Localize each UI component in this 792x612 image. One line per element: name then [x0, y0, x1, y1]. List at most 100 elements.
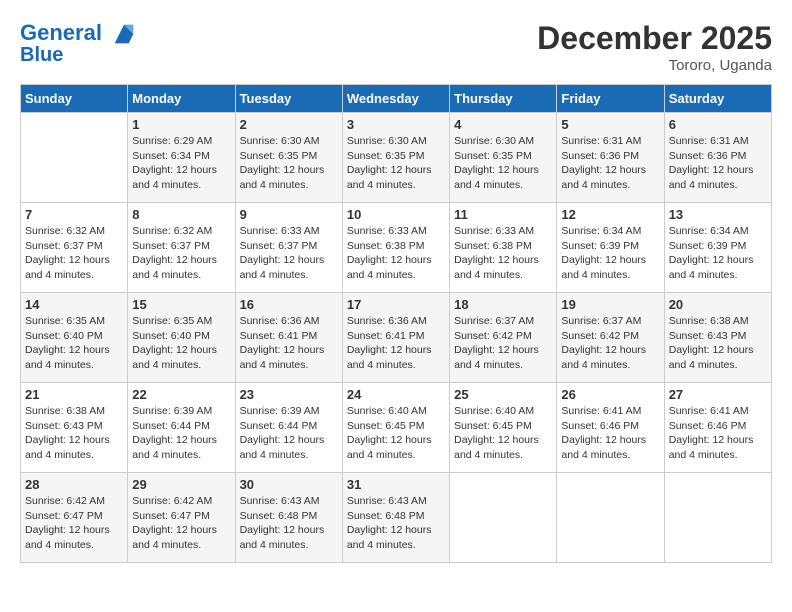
calendar-cell: [21, 113, 128, 203]
calendar-cell: 8 Sunrise: 6:32 AMSunset: 6:37 PMDaylight…: [128, 203, 235, 293]
calendar-week-row: 1 Sunrise: 6:29 AMSunset: 6:34 PMDaylight…: [21, 113, 772, 203]
day-number: 13: [669, 207, 767, 222]
calendar-cell: 11 Sunrise: 6:33 AMSunset: 6:38 PMDayligh…: [450, 203, 557, 293]
day-number: 3: [347, 117, 445, 132]
logo-general: General: [20, 20, 102, 45]
day-info: Sunrise: 6:33 AMSunset: 6:38 PMDaylight:…: [454, 224, 552, 283]
day-info: Sunrise: 6:30 AMSunset: 6:35 PMDaylight:…: [454, 134, 552, 193]
calendar-cell: 22Sunrise: 6:39 AMSunset: 6:44 PMDayligh…: [128, 383, 235, 473]
header-day: Wednesday: [342, 85, 449, 113]
day-number: 28: [25, 477, 123, 492]
day-info: Sunrise: 6:37 AMSunset: 6:42 PMDaylight:…: [454, 314, 552, 373]
calendar-cell: 30Sunrise: 6:43 AMSunset: 6:48 PMDayligh…: [235, 473, 342, 563]
day-number: 25: [454, 387, 552, 402]
day-number: 19: [561, 297, 659, 312]
calendar-cell: [450, 473, 557, 563]
day-info: Sunrise: 6:30 AMSunset: 6:35 PMDaylight:…: [347, 134, 445, 193]
calendar-cell: 1 Sunrise: 6:29 AMSunset: 6:34 PMDaylight…: [128, 113, 235, 203]
calendar-cell: 24 Sunrise: 6:40 AMSunset: 6:45 PMDayligh…: [342, 383, 449, 473]
day-info: Sunrise: 6:43 AMSunset: 6:48 PMDaylight:…: [347, 494, 445, 553]
calendar-header: SundayMondayTuesdayWednesdayThursdayFrid…: [21, 85, 772, 113]
day-info: Sunrise: 6:38 AMSunset: 6:43 PMDaylight:…: [669, 314, 767, 373]
calendar-cell: 6 Sunrise: 6:31 AMSunset: 6:36 PMDaylight…: [664, 113, 771, 203]
logo-icon: [110, 20, 138, 48]
calendar-cell: 2Sunrise: 6:30 AMSunset: 6:35 PMDaylight…: [235, 113, 342, 203]
day-number: 10: [347, 207, 445, 222]
header-day: Thursday: [450, 85, 557, 113]
calendar-cell: 13Sunrise: 6:34 AMSunset: 6:39 PMDayligh…: [664, 203, 771, 293]
header-day: Monday: [128, 85, 235, 113]
calendar-cell: 19 Sunrise: 6:37 AMSunset: 6:42 PMDayligh…: [557, 293, 664, 383]
header-row: SundayMondayTuesdayWednesdayThursdayFrid…: [21, 85, 772, 113]
calendar-cell: 5 Sunrise: 6:31 AMSunset: 6:36 PMDaylight…: [557, 113, 664, 203]
day-number: 14: [25, 297, 123, 312]
day-number: 30: [240, 477, 338, 492]
calendar-week-row: 21Sunrise: 6:38 AMSunset: 6:43 PMDayligh…: [21, 383, 772, 473]
day-info: Sunrise: 6:34 AMSunset: 6:39 PMDaylight:…: [561, 224, 659, 283]
day-info: Sunrise: 6:36 AMSunset: 6:41 PMDaylight:…: [347, 314, 445, 373]
day-info: Sunrise: 6:32 AMSunset: 6:37 PMDaylight:…: [25, 224, 123, 283]
day-number: 9: [240, 207, 338, 222]
header-day: Sunday: [21, 85, 128, 113]
day-info: Sunrise: 6:29 AMSunset: 6:34 PMDaylight:…: [132, 134, 230, 193]
day-info: Sunrise: 6:31 AMSunset: 6:36 PMDaylight:…: [561, 134, 659, 193]
day-number: 11: [454, 207, 552, 222]
header-day: Friday: [557, 85, 664, 113]
day-info: Sunrise: 6:36 AMSunset: 6:41 PMDaylight:…: [240, 314, 338, 373]
day-number: 31: [347, 477, 445, 492]
calendar-body: 1 Sunrise: 6:29 AMSunset: 6:34 PMDaylight…: [21, 113, 772, 563]
calendar-cell: 12 Sunrise: 6:34 AMSunset: 6:39 PMDayligh…: [557, 203, 664, 293]
logo: General Blue: [20, 20, 138, 66]
calendar-cell: 29 Sunrise: 6:42 AMSunset: 6:47 PMDayligh…: [128, 473, 235, 563]
calendar-table: SundayMondayTuesdayWednesdayThursdayFrid…: [20, 84, 772, 563]
day-number: 27: [669, 387, 767, 402]
day-info: Sunrise: 6:37 AMSunset: 6:42 PMDaylight:…: [561, 314, 659, 373]
day-info: Sunrise: 6:32 AMSunset: 6:37 PMDaylight:…: [132, 224, 230, 283]
month-title: December 2025: [537, 20, 772, 57]
calendar-cell: 25Sunrise: 6:40 AMSunset: 6:45 PMDayligh…: [450, 383, 557, 473]
day-info: Sunrise: 6:40 AMSunset: 6:45 PMDaylight:…: [347, 404, 445, 463]
day-info: Sunrise: 6:33 AMSunset: 6:37 PMDaylight:…: [240, 224, 338, 283]
day-number: 15: [132, 297, 230, 312]
page-header: General Blue December 2025 Tororo, Ugand…: [20, 20, 772, 74]
day-number: 26: [561, 387, 659, 402]
calendar-cell: [557, 473, 664, 563]
day-info: Sunrise: 6:42 AMSunset: 6:47 PMDaylight:…: [132, 494, 230, 553]
day-number: 23: [240, 387, 338, 402]
day-number: 8: [132, 207, 230, 222]
title-block: December 2025 Tororo, Uganda: [537, 20, 772, 74]
header-day: Tuesday: [235, 85, 342, 113]
day-info: Sunrise: 6:41 AMSunset: 6:46 PMDaylight:…: [669, 404, 767, 463]
calendar-cell: 27 Sunrise: 6:41 AMSunset: 6:46 PMDayligh…: [664, 383, 771, 473]
calendar-cell: 21Sunrise: 6:38 AMSunset: 6:43 PMDayligh…: [21, 383, 128, 473]
day-number: 1: [132, 117, 230, 132]
calendar-cell: 28Sunrise: 6:42 AMSunset: 6:47 PMDayligh…: [21, 473, 128, 563]
calendar-cell: 23 Sunrise: 6:39 AMSunset: 6:44 PMDayligh…: [235, 383, 342, 473]
calendar-cell: 18Sunrise: 6:37 AMSunset: 6:42 PMDayligh…: [450, 293, 557, 383]
day-number: 7: [25, 207, 123, 222]
location: Tororo, Uganda: [537, 57, 772, 74]
calendar-cell: 9 Sunrise: 6:33 AMSunset: 6:37 PMDaylight…: [235, 203, 342, 293]
day-number: 4: [454, 117, 552, 132]
day-number: 2: [240, 117, 338, 132]
day-info: Sunrise: 6:41 AMSunset: 6:46 PMDaylight:…: [561, 404, 659, 463]
calendar-cell: 16Sunrise: 6:36 AMSunset: 6:41 PMDayligh…: [235, 293, 342, 383]
calendar-cell: 17 Sunrise: 6:36 AMSunset: 6:41 PMDayligh…: [342, 293, 449, 383]
day-info: Sunrise: 6:35 AMSunset: 6:40 PMDaylight:…: [25, 314, 123, 373]
calendar-cell: 15Sunrise: 6:35 AMSunset: 6:40 PMDayligh…: [128, 293, 235, 383]
calendar-cell: [664, 473, 771, 563]
day-number: 17: [347, 297, 445, 312]
day-number: 6: [669, 117, 767, 132]
day-info: Sunrise: 6:39 AMSunset: 6:44 PMDaylight:…: [240, 404, 338, 463]
day-info: Sunrise: 6:31 AMSunset: 6:36 PMDaylight:…: [669, 134, 767, 193]
day-number: 22: [132, 387, 230, 402]
day-number: 12: [561, 207, 659, 222]
calendar-cell: 10Sunrise: 6:33 AMSunset: 6:38 PMDayligh…: [342, 203, 449, 293]
day-number: 21: [25, 387, 123, 402]
calendar-cell: 31 Sunrise: 6:43 AMSunset: 6:48 PMDayligh…: [342, 473, 449, 563]
day-number: 29: [132, 477, 230, 492]
day-number: 24: [347, 387, 445, 402]
calendar-week-row: 14 Sunrise: 6:35 AMSunset: 6:40 PMDayligh…: [21, 293, 772, 383]
day-number: 5: [561, 117, 659, 132]
header-day: Saturday: [664, 85, 771, 113]
